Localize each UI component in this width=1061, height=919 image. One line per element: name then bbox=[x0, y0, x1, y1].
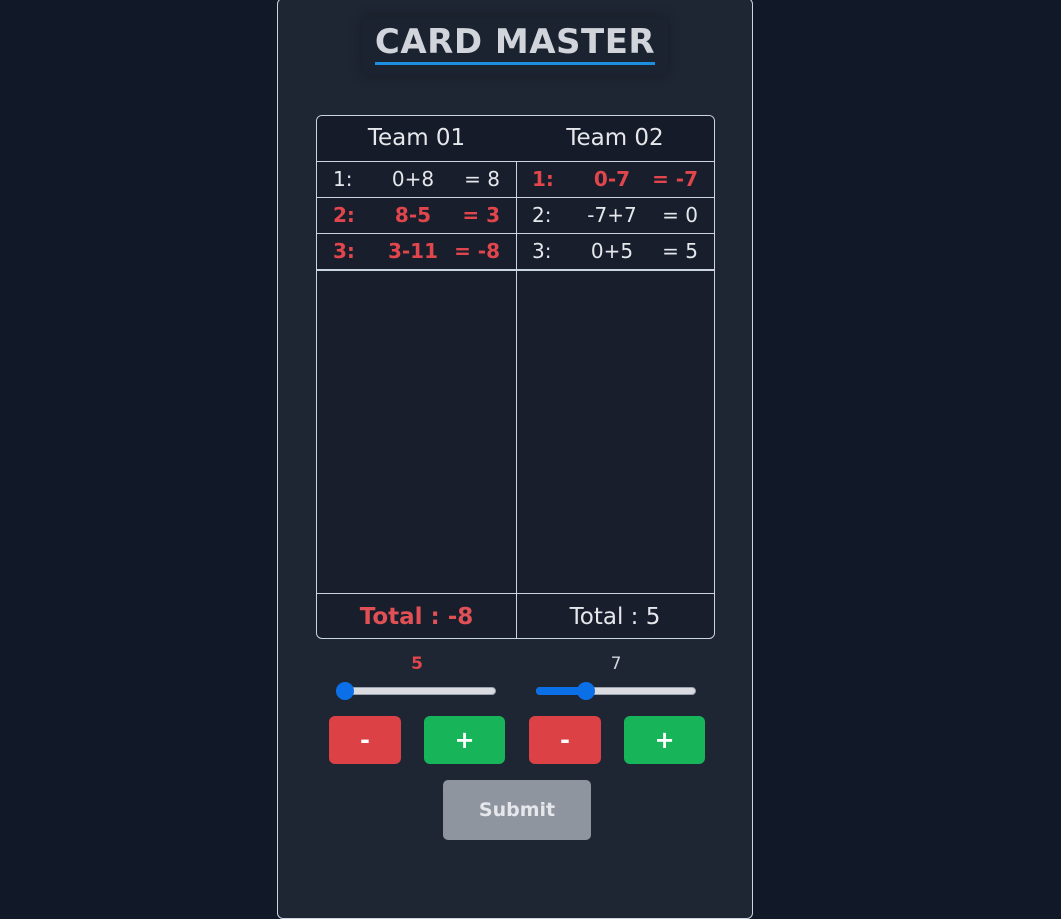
submit-button[interactable]: Submit bbox=[443, 780, 591, 840]
round-number: 3: bbox=[532, 239, 552, 263]
round-result: = -8 bbox=[454, 239, 500, 263]
team-02-round-1: 1: 0-7 = -7 bbox=[516, 162, 714, 198]
round-expression: -7+7 bbox=[587, 203, 637, 227]
team-01-slider-value: 5 bbox=[411, 654, 423, 674]
round-expression: 0+8 bbox=[391, 167, 435, 191]
team-02-slider-value: 7 bbox=[610, 654, 622, 674]
round-number: 2: bbox=[532, 203, 552, 227]
team-01-minus-button[interactable]: - bbox=[329, 716, 401, 764]
round-number: 1: bbox=[333, 167, 353, 191]
team-01-range-slider[interactable] bbox=[336, 682, 496, 700]
round-expression: 0-7 bbox=[593, 167, 631, 191]
team-01-round-2: 2: 8-5 = 3 bbox=[317, 198, 516, 234]
team-01-column: Team 01 1: 0+8 = 8 2: 8-5 = 3 3: 3-11 = … bbox=[317, 116, 517, 638]
team-02-total: Total : 5 bbox=[516, 593, 714, 638]
app-window: CARD MASTER Team 01 1: 0+8 = 8 2: 8-5 = … bbox=[277, 0, 753, 919]
round-expression: 3-11 bbox=[387, 239, 439, 263]
round-number: 3: bbox=[333, 239, 355, 263]
team-01-round-1: 1: 0+8 = 8 bbox=[317, 162, 516, 198]
team-01-plus-button[interactable]: + bbox=[424, 716, 505, 764]
round-result: = 8 bbox=[464, 167, 500, 191]
team-01-header: Team 01 bbox=[317, 116, 516, 162]
app-title: CARD MASTER bbox=[374, 23, 656, 65]
slider-thumb[interactable] bbox=[577, 682, 596, 700]
round-number: 2: bbox=[333, 203, 355, 227]
round-result: = 5 bbox=[662, 239, 698, 263]
team-02-header: Team 02 bbox=[516, 116, 714, 162]
team-02-round-2: 2: -7+7 = 0 bbox=[516, 198, 714, 234]
round-expression: 8-5 bbox=[394, 203, 432, 227]
score-board: Team 01 1: 0+8 = 8 2: 8-5 = 3 3: 3-11 = … bbox=[316, 115, 715, 639]
team-02-minus-button[interactable]: - bbox=[529, 716, 601, 764]
team-02-plus-button[interactable]: + bbox=[624, 716, 705, 764]
team-02-round-3: 3: 0+5 = 5 bbox=[516, 234, 714, 271]
slider-track bbox=[336, 687, 496, 695]
round-number: 1: bbox=[532, 167, 554, 191]
team-01-round-3: 3: 3-11 = -8 bbox=[317, 234, 516, 271]
team-02-range-slider[interactable] bbox=[536, 682, 696, 700]
team-02-column: Team 02 1: 0-7 = -7 2: -7+7 = 0 3: 0+5 =… bbox=[516, 116, 714, 638]
round-result: = -7 bbox=[652, 167, 698, 191]
slider-thumb[interactable] bbox=[336, 682, 354, 700]
round-expression: 0+5 bbox=[590, 239, 634, 263]
round-result: = 0 bbox=[662, 203, 698, 227]
title-panel: CARD MASTER bbox=[362, 17, 668, 75]
round-result: = 3 bbox=[462, 203, 500, 227]
team-01-total: Total : -8 bbox=[317, 593, 516, 638]
